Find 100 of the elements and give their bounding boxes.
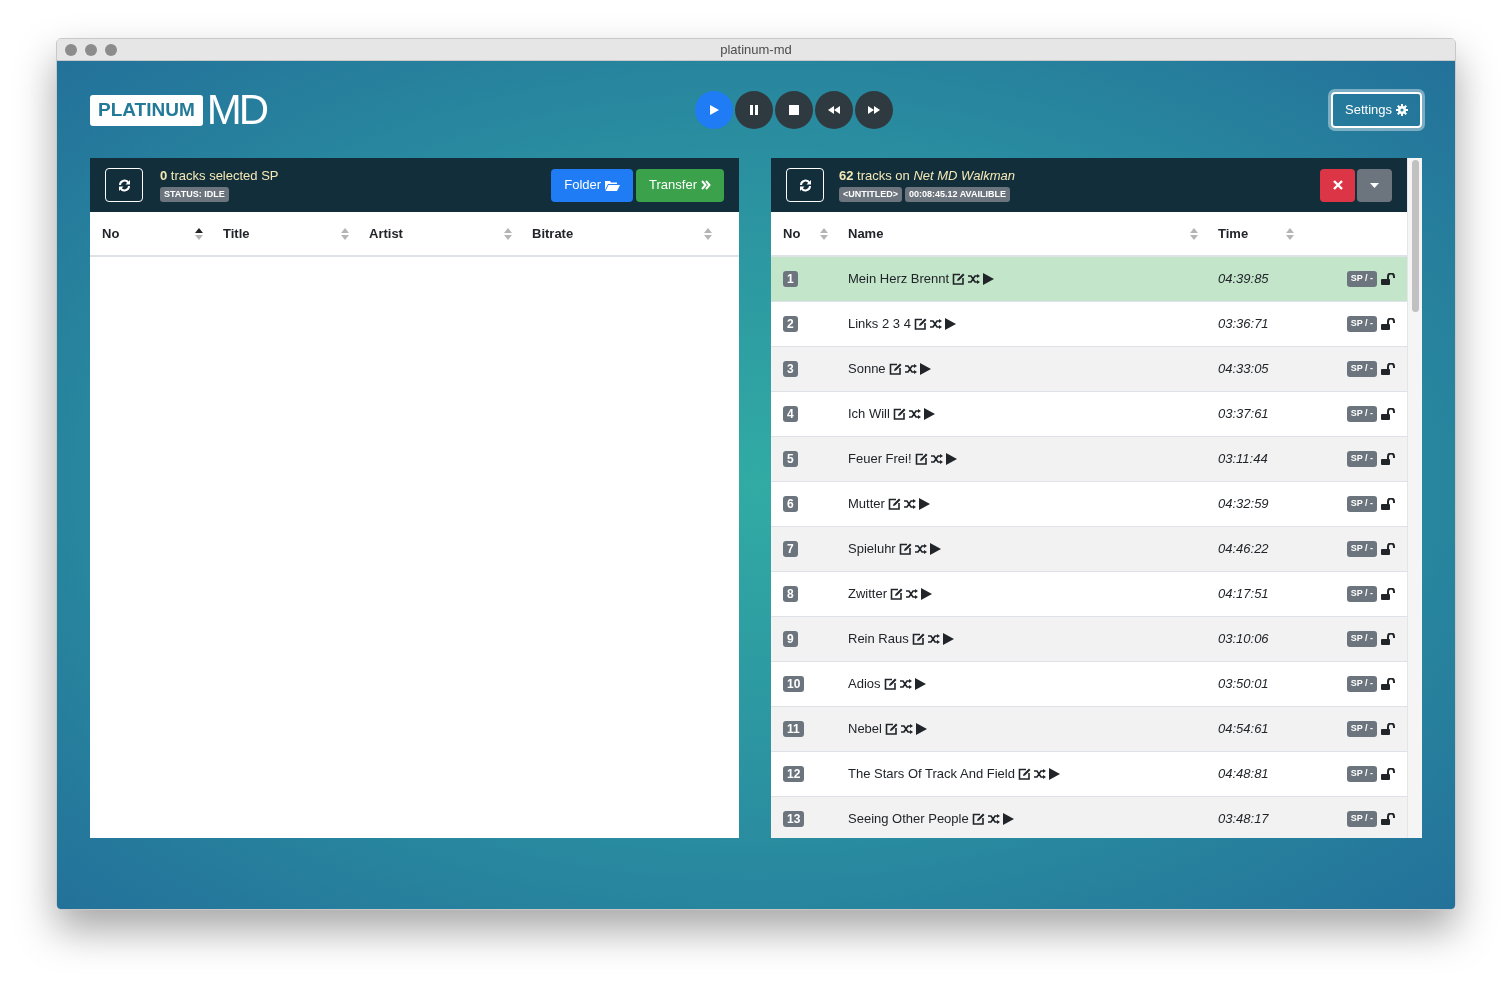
- track-row[interactable]: 1 Mein Herz Brennt 04:39:85 SP / -: [771, 257, 1407, 302]
- column-header[interactable]: Bitrate: [520, 223, 720, 244]
- track-row[interactable]: 5 Feuer Frei! 03:11:44 SP / -: [771, 437, 1407, 482]
- track-number: 6: [783, 496, 798, 513]
- shuffle-icon[interactable]: [900, 724, 913, 734]
- edit-icon[interactable]: [952, 273, 966, 285]
- play-icon[interactable]: [921, 588, 932, 600]
- shuffle-icon[interactable]: [968, 274, 981, 284]
- rewind-button[interactable]: [815, 91, 853, 129]
- column-header[interactable]: No: [771, 223, 836, 244]
- edit-icon[interactable]: [914, 453, 928, 465]
- play-icon[interactable]: [944, 318, 956, 330]
- track-time: 04:46:22: [1217, 540, 1270, 559]
- unlocked-padlock-icon[interactable]: [1381, 498, 1395, 510]
- settings-button[interactable]: Settings: [1331, 92, 1422, 128]
- unlocked-padlock-icon[interactable]: [1381, 318, 1395, 330]
- track-time: 04:48:81: [1217, 765, 1270, 784]
- unlocked-padlock-icon[interactable]: [1381, 768, 1395, 780]
- column-header[interactable]: Name: [836, 223, 1206, 244]
- mode-badge: SP / -: [1346, 316, 1377, 332]
- track-name: Nebel: [848, 720, 882, 739]
- edit-icon[interactable]: [883, 678, 897, 690]
- close-icon: [1332, 180, 1343, 190]
- track-row[interactable]: 9 Rein Raus 03:10:06 SP / -: [771, 617, 1407, 662]
- shuffle-icon[interactable]: [987, 814, 1000, 824]
- dropdown-button[interactable]: [1357, 168, 1392, 202]
- info-badge: <UNTITLED>: [839, 186, 902, 203]
- unlocked-padlock-icon[interactable]: [1381, 408, 1395, 420]
- fast-forward-button[interactable]: [855, 91, 893, 129]
- track-number: 13: [783, 811, 805, 828]
- shuffle-icon[interactable]: [1033, 769, 1046, 779]
- play-icon[interactable]: [945, 453, 957, 465]
- unlocked-padlock-icon[interactable]: [1381, 588, 1395, 600]
- play-icon[interactable]: [942, 633, 954, 645]
- column-header[interactable]: Artist: [357, 223, 520, 244]
- window-zoom-button[interactable]: [105, 43, 117, 56]
- play-icon[interactable]: [1048, 768, 1060, 780]
- edit-icon[interactable]: [892, 408, 906, 420]
- edit-icon[interactable]: [971, 813, 985, 825]
- status-badge: STATUS: IDLE: [160, 186, 229, 203]
- play-button[interactable]: [695, 91, 733, 129]
- shuffle-icon[interactable]: [914, 544, 927, 554]
- play-icon[interactable]: [1002, 813, 1014, 825]
- play-icon[interactable]: [929, 543, 941, 555]
- fast-forward-icon: [868, 104, 880, 116]
- edit-icon[interactable]: [888, 363, 902, 375]
- window-minimize-button[interactable]: [85, 43, 97, 56]
- stop-button[interactable]: [775, 91, 813, 129]
- play-icon[interactable]: [923, 408, 935, 420]
- track-row[interactable]: 11 Nebel 04:54:61 SP / -: [771, 707, 1407, 752]
- track-number: 4: [783, 406, 798, 423]
- column-header[interactable]: No: [90, 223, 211, 244]
- shuffle-icon[interactable]: [904, 364, 917, 374]
- scrollbar[interactable]: [1407, 158, 1422, 838]
- track-name: Zwitter: [848, 585, 887, 604]
- mode-badge: SP / -: [1346, 631, 1377, 647]
- column-header[interactable]: Time: [1206, 223, 1302, 244]
- shuffle-icon[interactable]: [903, 499, 916, 509]
- play-icon[interactable]: [918, 498, 930, 510]
- play-icon[interactable]: [983, 273, 995, 285]
- play-icon[interactable]: [914, 678, 926, 690]
- track-time: 04:54:61: [1217, 720, 1270, 739]
- track-time: 03:11:44: [1217, 450, 1269, 469]
- track-row[interactable]: 7 Spieluhr 04:46:22 SP / -: [771, 527, 1407, 572]
- unlocked-padlock-icon[interactable]: [1381, 273, 1395, 285]
- shuffle-icon[interactable]: [906, 589, 918, 599]
- unlocked-padlock-icon[interactable]: [1381, 678, 1395, 690]
- unlocked-padlock-icon[interactable]: [1381, 723, 1395, 735]
- window-close-button[interactable]: [65, 43, 77, 56]
- scrollbar-thumb[interactable]: [1411, 160, 1419, 312]
- shuffle-icon[interactable]: [899, 679, 912, 689]
- edit-icon[interactable]: [913, 318, 927, 330]
- play-icon[interactable]: [915, 723, 927, 735]
- play-icon[interactable]: [919, 363, 931, 375]
- edit-icon[interactable]: [911, 633, 925, 645]
- mode-badge: SP / -: [1346, 361, 1377, 377]
- track-row[interactable]: 13 Seeing Other People 03:48:17 SP / -: [771, 797, 1407, 838]
- track-number: 7: [783, 541, 798, 558]
- edit-icon[interactable]: [1017, 768, 1031, 780]
- close-button[interactable]: [1320, 168, 1355, 202]
- edit-icon[interactable]: [898, 543, 912, 555]
- shuffle-icon[interactable]: [929, 319, 942, 329]
- pause-button[interactable]: [735, 91, 773, 129]
- shuffle-icon[interactable]: [908, 409, 921, 419]
- edit-icon[interactable]: [884, 723, 898, 735]
- folder-button[interactable]: Folder: [551, 168, 634, 202]
- unlocked-padlock-icon[interactable]: [1381, 543, 1395, 555]
- refresh-button[interactable]: [786, 168, 824, 202]
- unlocked-padlock-icon[interactable]: [1381, 633, 1395, 645]
- unlocked-padlock-icon[interactable]: [1381, 813, 1395, 825]
- refresh-button[interactable]: [105, 168, 143, 202]
- track-number: 1: [783, 271, 798, 288]
- edit-icon[interactable]: [890, 588, 903, 600]
- shuffle-icon[interactable]: [927, 634, 940, 644]
- edit-icon[interactable]: [887, 498, 901, 510]
- unlocked-padlock-icon[interactable]: [1381, 363, 1395, 375]
- unlocked-padlock-icon[interactable]: [1381, 453, 1395, 465]
- column-header[interactable]: Title: [211, 223, 357, 244]
- track-row[interactable]: 3 Sonne 04:33:05 SP / -: [771, 347, 1407, 392]
- shuffle-icon[interactable]: [930, 454, 943, 464]
